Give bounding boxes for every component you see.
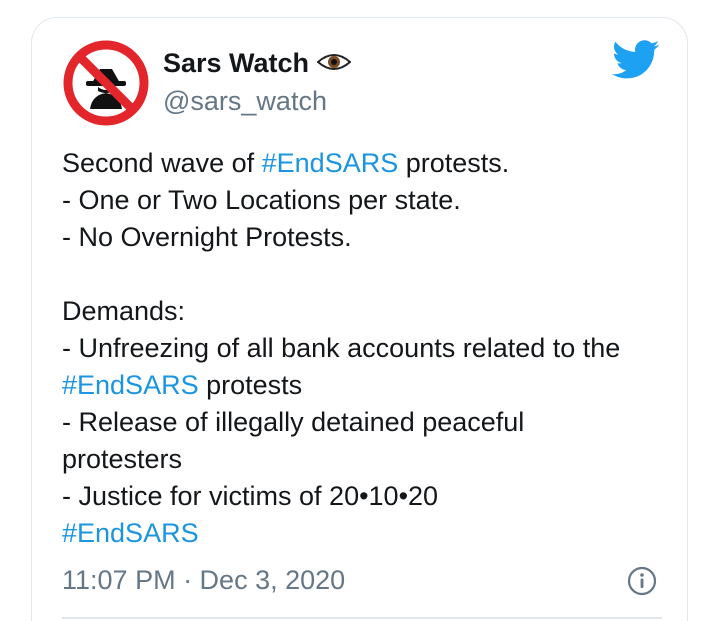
- tweet-line: - Release of illegally detained peaceful: [62, 407, 525, 437]
- hashtag-link[interactable]: #EndSARS: [262, 148, 399, 178]
- author-avatar[interactable]: [62, 39, 150, 127]
- twitter-bird-icon[interactable]: [612, 40, 660, 80]
- author-handle[interactable]: @sars_watch: [163, 84, 327, 118]
- tweet-line: #EndSARS: [62, 515, 662, 552]
- tweet-line: - No Overnight Protests.: [62, 222, 352, 252]
- text-segment: Second wave of: [62, 148, 262, 178]
- text-segment: protests.: [398, 148, 510, 178]
- tweet-screenshot: Sars Watch @sars_watch Second wave of #E…: [0, 0, 720, 621]
- info-icon[interactable]: [627, 566, 657, 596]
- tweet-line: - Justice for victims of 20•10•20: [62, 481, 439, 511]
- divider: [62, 617, 662, 619]
- eye-icon: [317, 53, 352, 70]
- tweet-line: - Unfreezing of all bank accounts relate…: [62, 333, 621, 363]
- text-segment: protests: [198, 370, 303, 400]
- tweet-line: Second wave of #EndSARS protests.: [62, 145, 662, 182]
- tweet-line: Demands:: [62, 296, 186, 326]
- tweet-timestamp[interactable]: 11:07 PM · Dec 3, 2020: [62, 563, 345, 597]
- hashtag-link[interactable]: #EndSARS: [62, 518, 199, 548]
- tweet-line: #EndSARS protests: [62, 367, 662, 404]
- tweet-line: - One or Two Locations per state.: [62, 185, 461, 215]
- tweet-text: Second wave of #EndSARS protests. - One …: [62, 145, 662, 552]
- hashtag-link[interactable]: #EndSARS: [62, 370, 199, 400]
- author-name-text: Sars Watch: [163, 48, 310, 78]
- tweet-line: protesters: [62, 444, 183, 474]
- author-display-name[interactable]: Sars Watch: [163, 46, 352, 80]
